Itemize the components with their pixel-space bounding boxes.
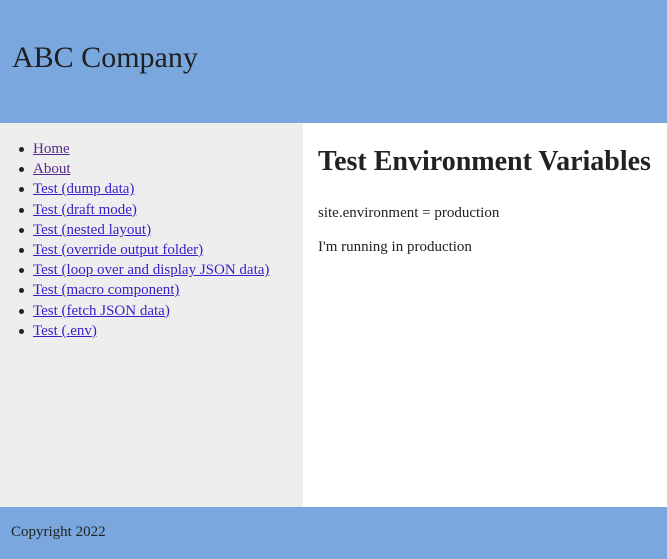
environment-status-text: I'm running in production <box>318 239 472 255</box>
copyright-text: Copyright 2022 <box>11 524 106 540</box>
nav-item-about: About <box>17 159 269 179</box>
nav-link-macro-component[interactable]: Test (macro component) <box>33 282 179 298</box>
nav-link-override-output[interactable]: Test (override output folder) <box>33 242 203 258</box>
site-brand: ABC Company <box>12 41 198 74</box>
page: ABC Company Home About Test (dump data) … <box>0 0 667 559</box>
nav-link-dump-data[interactable]: Test (dump data) <box>33 181 134 197</box>
nav-item-dump-data: Test (dump data) <box>17 179 269 199</box>
nav-item-draft-mode: Test (draft mode) <box>17 200 269 220</box>
nav-link-nested-layout[interactable]: Test (nested layout) <box>33 222 151 238</box>
nav-item-fetch-json: Test (fetch JSON data) <box>17 301 269 321</box>
nav-link-env[interactable]: Test (.env) <box>33 323 97 339</box>
nav-item-nested-layout: Test (nested layout) <box>17 220 269 240</box>
nav-item-override-output: Test (override output folder) <box>17 240 269 260</box>
nav-link-fetch-json[interactable]: Test (fetch JSON data) <box>33 303 170 319</box>
site-header: ABC Company <box>0 0 667 123</box>
nav-link-home[interactable]: Home <box>33 141 70 157</box>
nav-item-home: Home <box>17 139 269 159</box>
env-variable-line: site.environment = production <box>318 205 500 221</box>
sidebar: Home About Test (dump data) Test (draft … <box>0 123 303 507</box>
site-footer: Copyright 2022 <box>0 507 667 559</box>
nav-item-env: Test (.env) <box>17 321 269 341</box>
nav-list: Home About Test (dump data) Test (draft … <box>17 139 269 341</box>
nav-link-loop-json[interactable]: Test (loop over and display JSON data) <box>33 262 269 278</box>
main-content: Test Environment Variables site.environm… <box>303 123 667 507</box>
page-title: Test Environment Variables <box>318 146 651 177</box>
nav-item-macro-component: Test (macro component) <box>17 280 269 300</box>
nav-link-draft-mode[interactable]: Test (draft mode) <box>33 202 137 218</box>
nav-link-about[interactable]: About <box>33 161 71 177</box>
nav-item-loop-json: Test (loop over and display JSON data) <box>17 260 269 280</box>
